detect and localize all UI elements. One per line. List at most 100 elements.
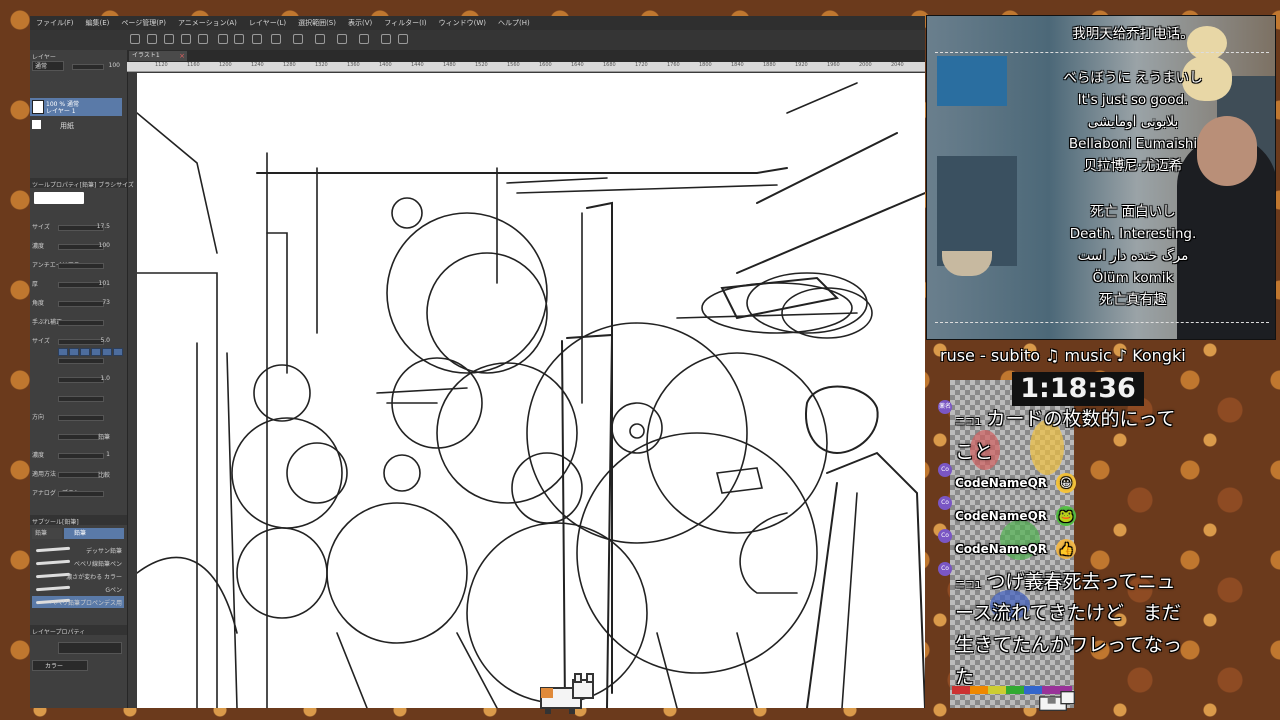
tool-property-value: 5.0 — [100, 337, 110, 344]
subtitle-line-5: Bellaboni Eumaishi — [1068, 136, 1198, 152]
tool-property-slider[interactable] — [58, 377, 104, 383]
tool-property-value: 73 — [102, 299, 110, 306]
tool-property-row[interactable]: アンチエイリアス — [32, 260, 124, 270]
command-bar — [30, 30, 925, 51]
sub-tool-tab-1[interactable]: 鉛筆 — [32, 528, 62, 539]
menu-item[interactable]: フィルター(I) — [378, 18, 432, 28]
menu-item[interactable]: 編集(E) — [80, 18, 116, 28]
invert-icon[interactable] — [315, 34, 325, 44]
grin-emoji-icon: 😀 — [1056, 472, 1077, 493]
sub-tool-brush-item[interactable]: Gペン — [32, 583, 124, 595]
tool-property-slider[interactable] — [58, 339, 104, 345]
paper-thumbnail — [32, 120, 41, 129]
subtitle-line-2: べらぼうに えうまいし — [1063, 70, 1203, 86]
sub-tool-brush-item[interactable]: ベベリ鉛筆プロペンデス用 — [32, 596, 124, 608]
layer-color-select[interactable]: カラー — [32, 660, 88, 671]
tool-property-row[interactable]: 鉛筆 — [32, 431, 124, 441]
transform-icon[interactable] — [234, 34, 244, 44]
layer-name: レイヤー 1 — [46, 108, 76, 115]
close-tab-icon[interactable]: × — [179, 51, 185, 61]
document-tab-label: イラスト1 — [132, 52, 160, 59]
brush-stroke-preview — [35, 572, 71, 579]
chat-user-icon: Co — [938, 463, 952, 477]
menu-item[interactable]: ページ管理(P) — [115, 18, 172, 28]
snap-icon[interactable] — [337, 34, 347, 44]
document-tab[interactable]: イラスト1 × — [129, 51, 187, 61]
menu-item[interactable]: アニメーション(A) — [172, 18, 243, 28]
ruler-tick-label: 2000 — [859, 62, 872, 68]
layer-property-buttons[interactable] — [58, 642, 122, 654]
tool-property-row[interactable]: 濃度 1 — [32, 450, 124, 460]
undo-icon[interactable] — [181, 34, 191, 44]
tool-property-value: 100 — [98, 242, 110, 249]
sub-tool-brush-item[interactable]: 濃さが変わる カラー — [32, 570, 124, 582]
tool-property-row[interactable]: 方向 — [32, 412, 124, 422]
ruler-icon[interactable] — [359, 34, 369, 44]
tool-property-row[interactable]: 手ぶれ補正 — [32, 317, 124, 327]
tool-property-slider[interactable] — [58, 282, 104, 288]
tool-property-slider[interactable] — [58, 358, 104, 364]
fill-icon[interactable] — [252, 34, 262, 44]
save-icon[interactable] — [164, 34, 174, 44]
drawing-canvas[interactable] — [137, 73, 925, 708]
tool-property-row[interactable]: 厚 101 — [32, 279, 124, 289]
tool-property-slider[interactable] — [58, 453, 104, 459]
blend-mode-select[interactable]: 通常 — [32, 61, 64, 71]
menu-item[interactable]: ウィンドウ(W) — [433, 18, 492, 28]
tool-property-slider[interactable] — [58, 415, 104, 421]
tool-property-row[interactable]: 角度 73 — [32, 298, 124, 308]
tool-property-row[interactable]: サイズ 17.5 — [32, 222, 124, 232]
tool-property-slider[interactable] — [58, 301, 104, 307]
menu-item[interactable]: ファイル(F) — [30, 18, 80, 28]
chat-user-icon: Co — [938, 529, 952, 543]
tool-property-label: サイズ — [32, 224, 50, 231]
tool-property-row[interactable]: サイズ 5.0 — [32, 336, 124, 356]
ruler-tick-label: 1120 — [155, 62, 168, 68]
opacity-slider[interactable] — [72, 64, 104, 70]
new-file-icon[interactable] — [130, 34, 140, 44]
menu-item[interactable]: 表示(V) — [342, 18, 378, 28]
tool-property-row[interactable]: 適用方法 比較 — [32, 469, 124, 479]
tool-property-label: サイズ — [32, 338, 50, 345]
tool-property-row[interactable]: 濃度 100 — [32, 241, 124, 251]
tool-property-label: 角度 — [32, 300, 45, 307]
chat-user-icon: Co — [938, 496, 952, 510]
document-tabs: イラスト1 × — [127, 50, 925, 62]
sub-tool-tab-2[interactable]: 鉛筆 — [64, 528, 124, 539]
subtitle-line-3: It's just so good. — [1077, 92, 1189, 108]
menu-item[interactable]: 選択範囲(S) — [292, 18, 342, 28]
tool-property-slider[interactable] — [58, 396, 104, 402]
menu-item[interactable]: ヘルプ(H) — [492, 18, 536, 28]
sub-tool-brush-item[interactable]: ベベリ線鉛筆ペン — [32, 557, 124, 569]
tool-property-slider[interactable] — [58, 491, 104, 497]
subtitle-divider-top — [935, 52, 1269, 53]
menu-item[interactable]: レイヤー(L) — [243, 18, 292, 28]
tool-property-row[interactable]: アナログ・ブラシ — [32, 488, 124, 498]
deselect-icon[interactable] — [293, 34, 303, 44]
clear-icon[interactable] — [218, 34, 228, 44]
brush-name: ベベリ鉛筆プロペンデス用 — [49, 600, 122, 607]
paper-layer-label[interactable]: 用紙 — [60, 121, 74, 131]
sub-tool-brush-item[interactable]: デッサン鉛筆 — [32, 544, 124, 556]
link-icon[interactable] — [398, 34, 408, 44]
chat-username: ニコ1 — [955, 580, 982, 591]
chat-text: つげ義春死去ってニュ — [986, 571, 1176, 593]
tool-property-slider[interactable] — [58, 244, 104, 250]
chat-username: CodeNameQR — [955, 476, 1048, 490]
layer-row-selected[interactable]: 100 % 通常 レイヤー 1 — [30, 98, 122, 116]
tool-property-row[interactable] — [32, 393, 124, 403]
tool-property-slider[interactable] — [58, 320, 104, 326]
ruler-tick-label: 1240 — [251, 62, 264, 68]
tool-property-row[interactable] — [32, 355, 124, 365]
tool-property-slider[interactable] — [58, 263, 104, 269]
open-file-icon[interactable] — [147, 34, 157, 44]
selection-icon[interactable] — [271, 34, 281, 44]
redo-icon[interactable] — [198, 34, 208, 44]
layer-property-title: レイヤープロパティ — [32, 629, 86, 636]
ruler-tick-label: 1440 — [411, 62, 424, 68]
chat-message-1: ニコ1 カードの枚数的にって — [955, 404, 1176, 431]
pixel-cat-sprite — [540, 673, 594, 714]
tool-property-row[interactable]: 1.0 — [32, 374, 124, 384]
tool-property-title: ツールプロパティ[鉛筆] ブラシサイズ — [32, 182, 134, 189]
pen-icon[interactable] — [381, 34, 391, 44]
